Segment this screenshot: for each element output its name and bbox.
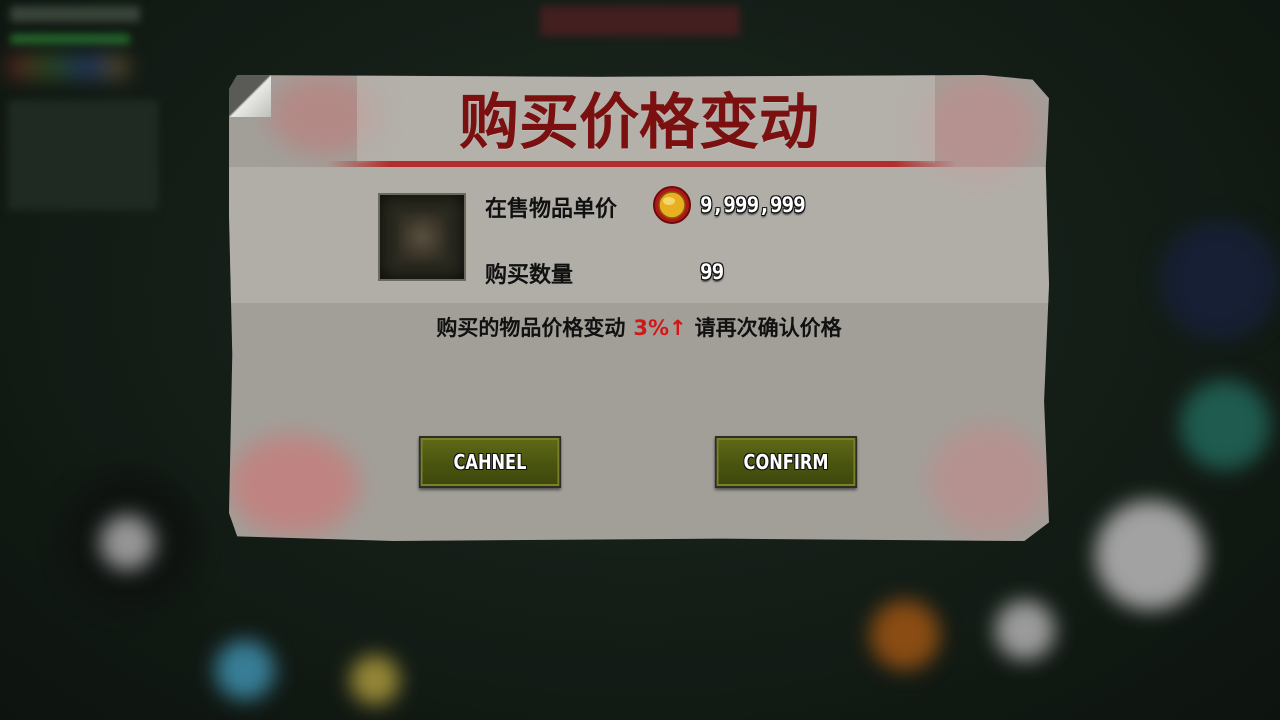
content-band — [229, 167, 1049, 303]
quantity-value: 99 — [700, 260, 724, 284]
notice-prefix: 购买的物品价格变动 — [436, 316, 626, 340]
price-change-dialog: 购买价格变动 在售物品单价 9,999,999 购买数量 99 购买的物品价格变… — [229, 75, 1049, 541]
unit-price-value: 9,999,999 — [700, 193, 806, 217]
price-change-notice: 购买的物品价格变动 3%↑ 请再次确认价格 — [229, 312, 1049, 342]
notice-suffix: 请再次确认价格 — [694, 316, 842, 340]
unit-price-label: 在售物品单价 — [485, 197, 618, 222]
cancel-button[interactable]: CAHNEL — [418, 436, 562, 488]
confirm-button[interactable]: CONFIRM — [714, 436, 858, 488]
stain-bottom-left — [229, 435, 359, 535]
dialog-title: 购买价格变动 — [459, 88, 819, 158]
title-underline — [327, 161, 957, 167]
game-screen: 购买价格变动 在售物品单价 9,999,999 购买数量 99 购买的物品价格变… — [0, 0, 1280, 720]
price-change-percent: 3%↑ — [633, 316, 687, 340]
gold-coin-icon — [653, 186, 691, 224]
quantity-label: 购买数量 — [485, 263, 574, 288]
stain-bottom-right — [929, 425, 1049, 535]
item-slot — [378, 193, 466, 281]
